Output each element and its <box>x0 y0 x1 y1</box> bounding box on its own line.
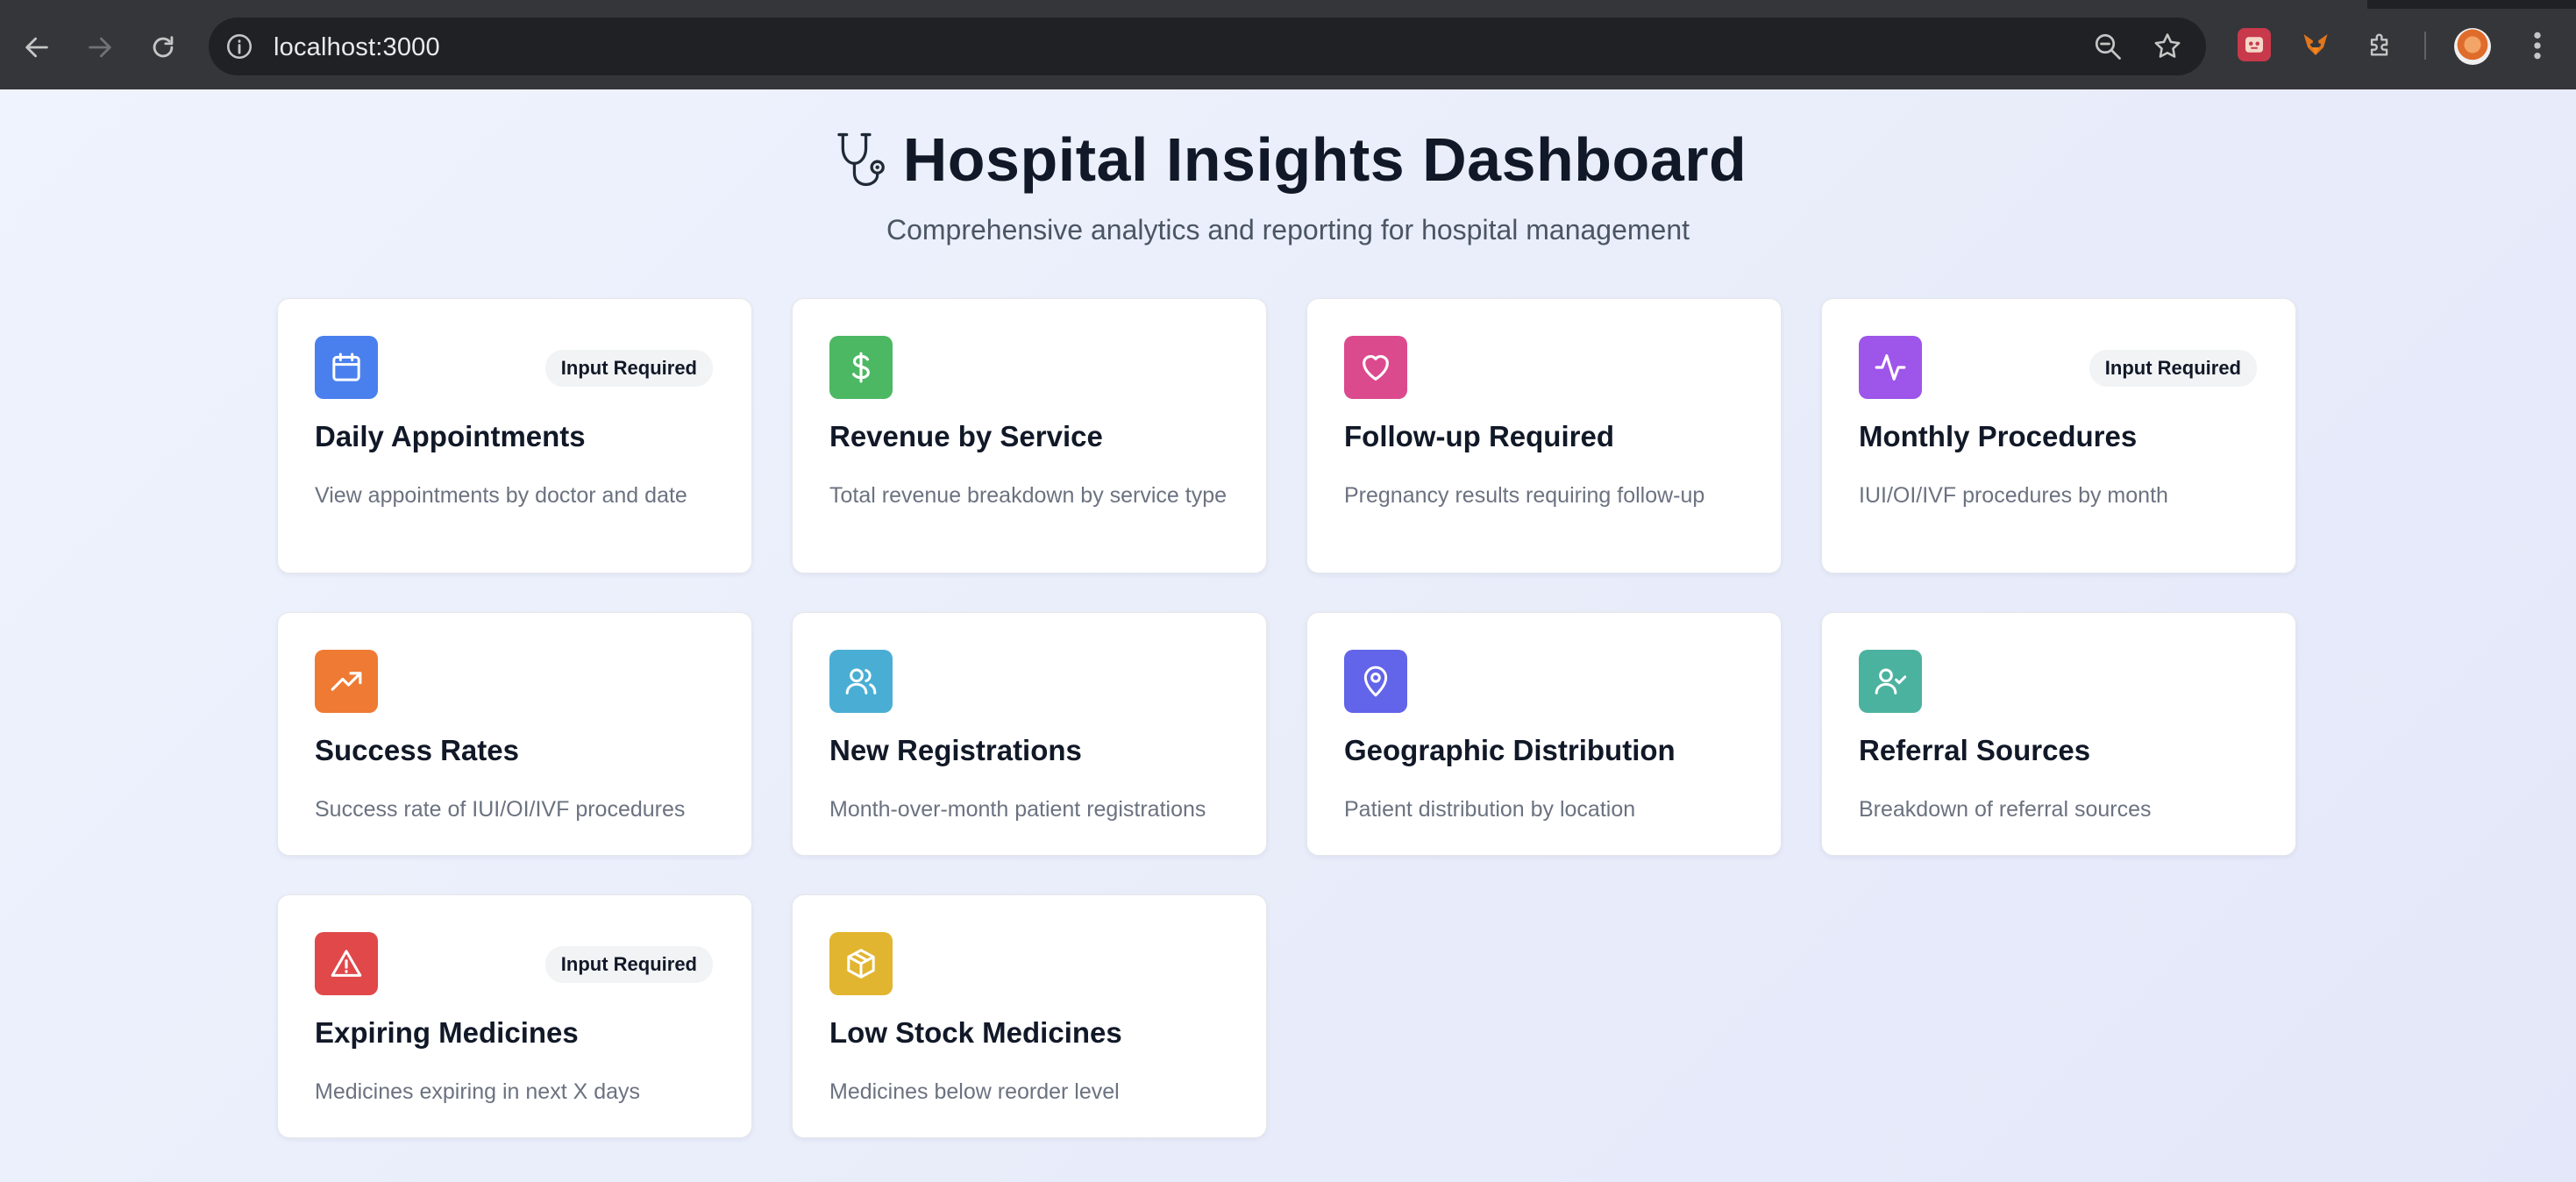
more-menu-icon[interactable] <box>2525 28 2550 63</box>
card-description: Breakdown of referral sources <box>1859 797 2152 822</box>
card-new-registrations[interactable]: New Registrations Month-over-month patie… <box>792 612 1267 856</box>
icon-box <box>315 650 378 713</box>
address-bar[interactable]: localhost:3000 <box>209 18 2206 75</box>
card-description: IUI/OI/IVF procedures by month <box>1859 483 2168 508</box>
card-title: Success Rates <box>315 734 519 766</box>
icon-box <box>315 336 378 399</box>
card-title: Monthly Procedures <box>1859 420 2138 452</box>
reload-icon <box>153 36 174 58</box>
card-title: Follow-up Required <box>1344 420 1614 452</box>
card-description: Patient distribution by location <box>1344 797 1636 822</box>
trending-up-icon <box>331 672 362 691</box>
package-icon <box>847 949 875 979</box>
card-description: Medicines expiring in next X days <box>315 1079 641 1104</box>
extensions-puzzle-icon[interactable] <box>2364 28 2397 61</box>
extension-1-icon[interactable] <box>2238 28 2271 61</box>
browser-toolbar: localhost:3000 <box>0 0 2576 89</box>
page-header: Hospital Insights Dashboard Comprehensiv… <box>0 125 2576 246</box>
card-daily-appointments[interactable]: Input Required Daily Appointments View a… <box>277 298 752 573</box>
card-title: Low Stock Medicines <box>829 1016 1122 1049</box>
icon-box <box>1344 650 1407 713</box>
card-description: Pregnancy results requiring follow-up <box>1344 483 1705 508</box>
icon-box <box>829 650 893 713</box>
input-required-badge: Input Required <box>2089 350 2257 387</box>
user-check-icon <box>1875 668 1907 694</box>
back-button[interactable] <box>16 26 58 68</box>
card-title: Revenue by Service <box>829 420 1103 452</box>
icon-box <box>1344 336 1407 399</box>
card-expiring-medicines[interactable]: Input Required Expiring Medicines Medici… <box>277 894 752 1138</box>
reload-button[interactable] <box>142 26 184 68</box>
card-title: Daily Appointments <box>315 420 586 452</box>
input-required-badge: Input Required <box>544 350 713 387</box>
card-title: New Registrations <box>829 734 1082 766</box>
heart-icon <box>1363 354 1389 381</box>
url-text[interactable]: localhost:3000 <box>274 33 440 62</box>
arrow-left-icon <box>25 37 48 58</box>
card-monthly-procedures[interactable]: Input Required Monthly Procedures IUI/OI… <box>1821 298 2296 573</box>
alert-triangle-icon <box>331 950 362 977</box>
card-description: Medicines below reorder level <box>829 1079 1120 1104</box>
card-description: View appointments by doctor and date <box>315 483 687 508</box>
icon-box <box>1859 650 1922 713</box>
card-description: Total revenue breakdown by service type <box>829 483 1228 508</box>
icon-box <box>829 336 893 399</box>
card-low-stock-medicines[interactable]: Low Stock Medicines Medicines below reor… <box>792 894 1267 1138</box>
page-title: Hospital Insights Dashboard <box>902 125 1747 194</box>
card-title: Expiring Medicines <box>315 1016 579 1049</box>
profile-avatar[interactable] <box>2454 28 2491 65</box>
card-success-rates[interactable]: Success Rates Success rate of IUI/OI/IVF… <box>277 612 752 856</box>
card-description: Success rate of IUI/OI/IVF procedures <box>315 797 686 822</box>
input-required-badge: Input Required <box>544 946 713 983</box>
card-title: Referral Sources <box>1859 734 2091 766</box>
icon-box <box>1859 336 1922 399</box>
card-title: Geographic Distribution <box>1344 734 1676 766</box>
tab-strip <box>0 0 2576 9</box>
arrow-right-icon <box>89 37 111 58</box>
metamask-fox-icon[interactable] <box>2299 28 2332 61</box>
icon-box <box>829 932 893 995</box>
dashboard-page: Hospital Insights Dashboard Comprehensiv… <box>0 89 2576 1182</box>
card-description: Month-over-month patient registrations <box>829 797 1206 822</box>
calendar-icon <box>332 352 360 381</box>
card-geographic-distribution[interactable]: Geographic Distribution Patient distribu… <box>1306 612 1782 856</box>
stethoscope-icon <box>837 132 885 187</box>
page-subtitle: Comprehensive analytics and reporting fo… <box>886 214 1690 246</box>
toolbar-divider <box>2424 32 2426 60</box>
card-referral-sources[interactable]: Referral Sources Breakdown of referral s… <box>1821 612 2296 856</box>
site-info-icon[interactable] <box>224 32 254 61</box>
users-icon <box>845 668 877 694</box>
map-pin-icon <box>1363 666 1388 697</box>
dollar-icon <box>852 352 870 383</box>
card-follow-up-required[interactable]: Follow-up Required Pregnancy results req… <box>1306 298 1782 573</box>
activity-icon <box>1875 354 1906 381</box>
zoom-icon[interactable] <box>2092 31 2124 62</box>
report-card-grid: Input Required Daily Appointments View a… <box>277 298 2297 1138</box>
card-revenue-by-service[interactable]: Revenue by Service Total revenue breakdo… <box>792 298 1267 573</box>
icon-box <box>315 932 378 995</box>
forward-button[interactable] <box>79 26 121 68</box>
bookmark-star-icon[interactable] <box>2152 31 2183 62</box>
